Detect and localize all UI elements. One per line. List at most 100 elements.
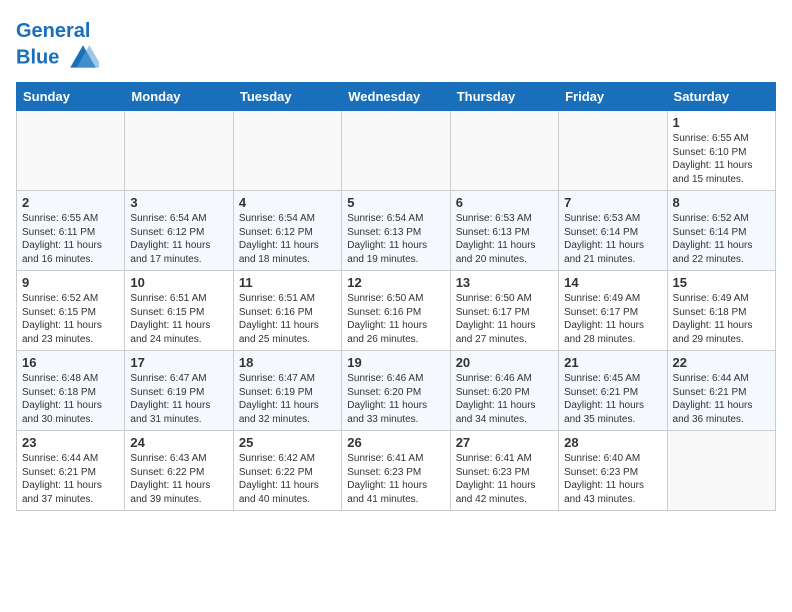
page-header: General Blue	[16, 16, 776, 74]
day-info: Sunrise: 6:52 AM Sunset: 6:14 PM Dayligh…	[673, 212, 770, 266]
logo: General Blue	[16, 20, 99, 74]
week-row-4: 16 Sunrise: 6:48 AM Sunset: 6:18 PM Dayli…	[17, 351, 776, 431]
day-number: 10	[130, 275, 227, 290]
day-number: 8	[673, 195, 770, 210]
calendar-cell: 13 Sunrise: 6:50 AM Sunset: 6:17 PM Dayli…	[450, 271, 558, 351]
day-info: Sunrise: 6:45 AM Sunset: 6:21 PM Dayligh…	[564, 372, 661, 426]
calendar-cell: 20 Sunrise: 6:46 AM Sunset: 6:20 PM Dayli…	[450, 351, 558, 431]
day-number: 6	[456, 195, 553, 210]
day-info: Sunrise: 6:46 AM Sunset: 6:20 PM Dayligh…	[347, 372, 444, 426]
day-number: 28	[564, 435, 661, 450]
day-number: 17	[130, 355, 227, 370]
week-row-5: 23 Sunrise: 6:44 AM Sunset: 6:21 PM Dayli…	[17, 431, 776, 511]
day-number: 13	[456, 275, 553, 290]
calendar-cell: 12 Sunrise: 6:50 AM Sunset: 6:16 PM Dayli…	[342, 271, 450, 351]
day-info: Sunrise: 6:44 AM Sunset: 6:21 PM Dayligh…	[673, 372, 770, 426]
day-info: Sunrise: 6:48 AM Sunset: 6:18 PM Dayligh…	[22, 372, 119, 426]
calendar-cell: 21 Sunrise: 6:45 AM Sunset: 6:21 PM Dayli…	[559, 351, 667, 431]
calendar-cell: 27 Sunrise: 6:41 AM Sunset: 6:23 PM Dayli…	[450, 431, 558, 511]
calendar-cell: 10 Sunrise: 6:51 AM Sunset: 6:15 PM Dayli…	[125, 271, 233, 351]
day-number: 1	[673, 115, 770, 130]
calendar-cell: 22 Sunrise: 6:44 AM Sunset: 6:21 PM Dayli…	[667, 351, 775, 431]
day-info: Sunrise: 6:54 AM Sunset: 6:13 PM Dayligh…	[347, 212, 444, 266]
col-header-saturday: Saturday	[667, 83, 775, 111]
calendar-cell: 5 Sunrise: 6:54 AM Sunset: 6:13 PM Daylig…	[342, 191, 450, 271]
col-header-wednesday: Wednesday	[342, 83, 450, 111]
day-info: Sunrise: 6:50 AM Sunset: 6:17 PM Dayligh…	[456, 292, 553, 346]
day-info: Sunrise: 6:42 AM Sunset: 6:22 PM Dayligh…	[239, 452, 336, 506]
day-info: Sunrise: 6:55 AM Sunset: 6:10 PM Dayligh…	[673, 132, 770, 186]
day-number: 23	[22, 435, 119, 450]
calendar-cell: 1 Sunrise: 6:55 AM Sunset: 6:10 PM Daylig…	[667, 111, 775, 191]
calendar-cell: 2 Sunrise: 6:55 AM Sunset: 6:11 PM Daylig…	[17, 191, 125, 271]
day-number: 16	[22, 355, 119, 370]
calendar-cell	[125, 111, 233, 191]
calendar-cell: 11 Sunrise: 6:51 AM Sunset: 6:16 PM Dayli…	[233, 271, 341, 351]
col-header-tuesday: Tuesday	[233, 83, 341, 111]
day-info: Sunrise: 6:53 AM Sunset: 6:13 PM Dayligh…	[456, 212, 553, 266]
day-info: Sunrise: 6:47 AM Sunset: 6:19 PM Dayligh…	[130, 372, 227, 426]
day-number: 19	[347, 355, 444, 370]
calendar-cell: 23 Sunrise: 6:44 AM Sunset: 6:21 PM Dayli…	[17, 431, 125, 511]
calendar-cell	[233, 111, 341, 191]
calendar-cell: 7 Sunrise: 6:53 AM Sunset: 6:14 PM Daylig…	[559, 191, 667, 271]
day-info: Sunrise: 6:43 AM Sunset: 6:22 PM Dayligh…	[130, 452, 227, 506]
day-number: 7	[564, 195, 661, 210]
calendar-header-row: SundayMondayTuesdayWednesdayThursdayFrid…	[17, 83, 776, 111]
week-row-3: 9 Sunrise: 6:52 AM Sunset: 6:15 PM Daylig…	[17, 271, 776, 351]
day-info: Sunrise: 6:51 AM Sunset: 6:16 PM Dayligh…	[239, 292, 336, 346]
day-number: 21	[564, 355, 661, 370]
calendar-cell: 4 Sunrise: 6:54 AM Sunset: 6:12 PM Daylig…	[233, 191, 341, 271]
day-number: 2	[22, 195, 119, 210]
day-info: Sunrise: 6:50 AM Sunset: 6:16 PM Dayligh…	[347, 292, 444, 346]
day-info: Sunrise: 6:49 AM Sunset: 6:18 PM Dayligh…	[673, 292, 770, 346]
calendar-cell: 25 Sunrise: 6:42 AM Sunset: 6:22 PM Dayli…	[233, 431, 341, 511]
day-info: Sunrise: 6:40 AM Sunset: 6:23 PM Dayligh…	[564, 452, 661, 506]
calendar-cell	[450, 111, 558, 191]
day-info: Sunrise: 6:46 AM Sunset: 6:20 PM Dayligh…	[456, 372, 553, 426]
week-row-1: 1 Sunrise: 6:55 AM Sunset: 6:10 PM Daylig…	[17, 111, 776, 191]
calendar-cell: 16 Sunrise: 6:48 AM Sunset: 6:18 PM Dayli…	[17, 351, 125, 431]
calendar-cell: 28 Sunrise: 6:40 AM Sunset: 6:23 PM Dayli…	[559, 431, 667, 511]
day-number: 22	[673, 355, 770, 370]
col-header-thursday: Thursday	[450, 83, 558, 111]
week-row-2: 2 Sunrise: 6:55 AM Sunset: 6:11 PM Daylig…	[17, 191, 776, 271]
day-number: 25	[239, 435, 336, 450]
day-info: Sunrise: 6:53 AM Sunset: 6:14 PM Dayligh…	[564, 212, 661, 266]
day-number: 9	[22, 275, 119, 290]
calendar-cell	[667, 431, 775, 511]
day-info: Sunrise: 6:49 AM Sunset: 6:17 PM Dayligh…	[564, 292, 661, 346]
calendar-cell: 6 Sunrise: 6:53 AM Sunset: 6:13 PM Daylig…	[450, 191, 558, 271]
day-info: Sunrise: 6:47 AM Sunset: 6:19 PM Dayligh…	[239, 372, 336, 426]
day-number: 11	[239, 275, 336, 290]
day-info: Sunrise: 6:51 AM Sunset: 6:15 PM Dayligh…	[130, 292, 227, 346]
col-header-friday: Friday	[559, 83, 667, 111]
logo-text: General	[16, 20, 99, 42]
day-number: 12	[347, 275, 444, 290]
day-number: 3	[130, 195, 227, 210]
day-number: 15	[673, 275, 770, 290]
calendar-cell: 26 Sunrise: 6:41 AM Sunset: 6:23 PM Dayli…	[342, 431, 450, 511]
day-number: 27	[456, 435, 553, 450]
calendar-table: SundayMondayTuesdayWednesdayThursdayFrid…	[16, 82, 776, 511]
day-number: 26	[347, 435, 444, 450]
day-number: 20	[456, 355, 553, 370]
calendar-cell: 3 Sunrise: 6:54 AM Sunset: 6:12 PM Daylig…	[125, 191, 233, 271]
calendar-cell: 24Sunrise: 6:43 AM Sunset: 6:22 PM Dayli…	[125, 431, 233, 511]
calendar-cell: 14Sunrise: 6:49 AM Sunset: 6:17 PM Dayli…	[559, 271, 667, 351]
day-info: Sunrise: 6:44 AM Sunset: 6:21 PM Dayligh…	[22, 452, 119, 506]
calendar-cell	[17, 111, 125, 191]
day-info: Sunrise: 6:54 AM Sunset: 6:12 PM Dayligh…	[130, 212, 227, 266]
day-info: Sunrise: 6:52 AM Sunset: 6:15 PM Dayligh…	[22, 292, 119, 346]
day-info: Sunrise: 6:41 AM Sunset: 6:23 PM Dayligh…	[456, 452, 553, 506]
day-info: Sunrise: 6:41 AM Sunset: 6:23 PM Dayligh…	[347, 452, 444, 506]
calendar-cell: 18 Sunrise: 6:47 AM Sunset: 6:19 PM Dayli…	[233, 351, 341, 431]
day-number: 5	[347, 195, 444, 210]
day-number: 4	[239, 195, 336, 210]
day-info: Sunrise: 6:55 AM Sunset: 6:11 PM Dayligh…	[22, 212, 119, 266]
calendar-cell: 17 Sunrise: 6:47 AM Sunset: 6:19 PM Dayli…	[125, 351, 233, 431]
day-info: Sunrise: 6:54 AM Sunset: 6:12 PM Dayligh…	[239, 212, 336, 266]
calendar-cell: 8 Sunrise: 6:52 AM Sunset: 6:14 PM Daylig…	[667, 191, 775, 271]
day-number: 18	[239, 355, 336, 370]
col-header-monday: Monday	[125, 83, 233, 111]
